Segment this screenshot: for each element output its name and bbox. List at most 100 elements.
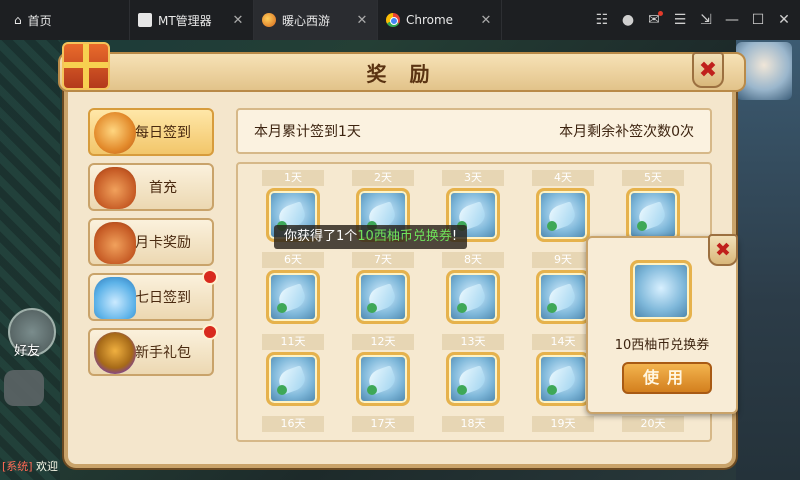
chat-text: 欢迎 xyxy=(36,460,58,473)
toast-prefix: 你获得了1个 xyxy=(284,229,358,244)
mail-icon[interactable]: ✉ xyxy=(644,10,664,30)
red-badge-icon xyxy=(202,269,218,285)
day-label: 5天 xyxy=(622,170,684,186)
tab-chrome[interactable]: Chrome ✕ xyxy=(378,0,502,40)
menu-item[interactable]: 七日签到 xyxy=(88,269,218,321)
day-label: 3天 xyxy=(442,170,504,186)
user-icon[interactable]: ● xyxy=(618,10,638,30)
day-label: 19天 xyxy=(532,416,594,432)
tab-game[interactable]: 暖心西游 ✕ xyxy=(254,0,378,40)
calendar-cell[interactable]: 6天 xyxy=(262,252,324,324)
menu-item-label: 新手礼包 xyxy=(135,345,191,361)
notification-dot xyxy=(658,11,663,16)
calendar-cell[interactable]: 20天 xyxy=(622,416,684,432)
tab-home[interactable]: ⌂ 首页 xyxy=(0,0,130,40)
money-bag-icon xyxy=(94,167,136,209)
reward-item-icon[interactable] xyxy=(626,188,680,242)
calendar-cell[interactable]: 7天 xyxy=(352,252,414,324)
minimize-icon[interactable]: — xyxy=(722,10,742,30)
reward-menu: 每日签到首充月卡奖励七日签到新手礼包 xyxy=(88,108,218,383)
home-icon: ⌂ xyxy=(14,13,22,27)
tab-home-label: 首页 xyxy=(27,13,52,28)
day-label: 18天 xyxy=(442,416,504,432)
menu-item-label: 月卡奖励 xyxy=(135,235,191,251)
reward-item-icon[interactable] xyxy=(446,270,500,324)
panel-title: 奖 励 xyxy=(366,61,438,86)
menu-item[interactable]: 首充 xyxy=(88,163,214,211)
calendar-cell[interactable]: 11天 xyxy=(262,334,324,406)
menu-item[interactable]: 每日签到 xyxy=(88,108,214,156)
panel-header: 奖 励 xyxy=(58,52,746,92)
popup-close-button[interactable]: ✖ xyxy=(708,234,738,266)
calendar-cell[interactable]: 19天 xyxy=(532,416,594,432)
reward-item-icon[interactable] xyxy=(266,352,320,406)
day-label: 13天 xyxy=(442,334,504,350)
tab-close-icon[interactable]: ✕ xyxy=(355,13,369,28)
menu-item-label: 七日签到 xyxy=(135,290,191,306)
day-label: 1天 xyxy=(262,170,324,186)
item-detail-popup: ✖ 10西柚币兑换券 使用 xyxy=(586,234,738,414)
use-button[interactable]: 使用 xyxy=(622,362,712,394)
day-label: 9天 xyxy=(532,252,594,268)
game-app-icon xyxy=(262,13,276,27)
tab-mt-manager[interactable]: MT管理器 ✕ xyxy=(130,0,254,40)
panel-close-button[interactable]: ✖ xyxy=(692,52,724,88)
popup-item-name: 10西柚币兑换券 xyxy=(614,338,710,353)
calendar-cell[interactable]: 4天 xyxy=(532,170,594,242)
calendar-cell[interactable]: 8天 xyxy=(442,252,504,324)
calendar-cell[interactable]: 5天 xyxy=(622,170,684,242)
menu-item[interactable]: 新手礼包 xyxy=(88,324,218,376)
mt-manager-icon xyxy=(138,13,152,27)
toast-suffix: ! xyxy=(451,229,458,244)
reward-item-icon[interactable] xyxy=(356,352,410,406)
voucher-item-icon xyxy=(630,260,692,322)
calendar-cell[interactable]: 14天 xyxy=(532,334,594,406)
calendar-cell[interactable]: 12天 xyxy=(352,334,414,406)
lotus-icon xyxy=(94,277,136,319)
menu-item-label: 首充 xyxy=(149,180,177,196)
close-icon[interactable]: ✕ xyxy=(774,10,794,30)
restore-icon[interactable]: ⇲ xyxy=(696,10,716,30)
signin-info-bar: 本月累计签到1天 本月剩余补签次数0次 xyxy=(236,108,712,154)
day-label: 2天 xyxy=(352,170,414,186)
signed-days-text: 本月累计签到1天 xyxy=(254,124,361,140)
chrome-icon xyxy=(386,13,400,27)
menu-item[interactable]: 月卡奖励 xyxy=(88,218,214,266)
menu-item-label: 每日签到 xyxy=(135,125,191,141)
calendar-cell[interactable]: 13天 xyxy=(442,334,504,406)
coin-bag-icon xyxy=(94,112,136,154)
tab-chrome-label: Chrome xyxy=(406,13,454,27)
gamepad-icon[interactable]: ☷ xyxy=(592,10,612,30)
reward-item-icon[interactable] xyxy=(266,270,320,324)
chat-icon[interactable] xyxy=(4,370,44,406)
red-badge-icon xyxy=(202,324,218,340)
day-label: 14天 xyxy=(532,334,594,350)
reward-toast: 你获得了1个10西柚币兑换券! xyxy=(274,225,468,249)
reward-item-icon[interactable] xyxy=(536,270,590,324)
calendar-cell[interactable]: 18天 xyxy=(442,416,504,432)
tab-close-icon[interactable]: ✕ xyxy=(479,13,493,28)
toast-item: 10西柚币兑换券 xyxy=(357,229,452,244)
day-label: 6天 xyxy=(262,252,324,268)
money-bag-icon xyxy=(94,222,136,264)
reward-item-icon[interactable] xyxy=(536,352,590,406)
tab-mt-label: MT管理器 xyxy=(158,13,212,28)
menu-icon[interactable]: ☰ xyxy=(670,10,690,30)
day-label: 16天 xyxy=(262,416,324,432)
title-bar: ⌂ 首页 MT管理器 ✕ 暖心西游 ✕ Chrome ✕ ☷ ● ✉ ☰ ⇲ —… xyxy=(0,0,800,40)
day-label: 12天 xyxy=(352,334,414,350)
reward-item-icon[interactable] xyxy=(536,188,590,242)
day-label: 7天 xyxy=(352,252,414,268)
gift-icon xyxy=(62,42,110,90)
reward-item-icon[interactable] xyxy=(446,352,500,406)
tab-close-icon[interactable]: ✕ xyxy=(231,13,245,28)
friend-label: 好友 xyxy=(14,344,41,359)
calendar-cell[interactable]: 16天 xyxy=(262,416,324,432)
calendar-cell[interactable]: 17天 xyxy=(352,416,414,432)
reward-item-icon[interactable] xyxy=(356,270,410,324)
day-label: 8天 xyxy=(442,252,504,268)
calendar-cell[interactable]: 9天 xyxy=(532,252,594,324)
day-label: 11天 xyxy=(262,334,324,350)
maximize-icon[interactable]: ☐ xyxy=(748,10,768,30)
tab-game-label: 暖心西游 xyxy=(282,13,331,28)
